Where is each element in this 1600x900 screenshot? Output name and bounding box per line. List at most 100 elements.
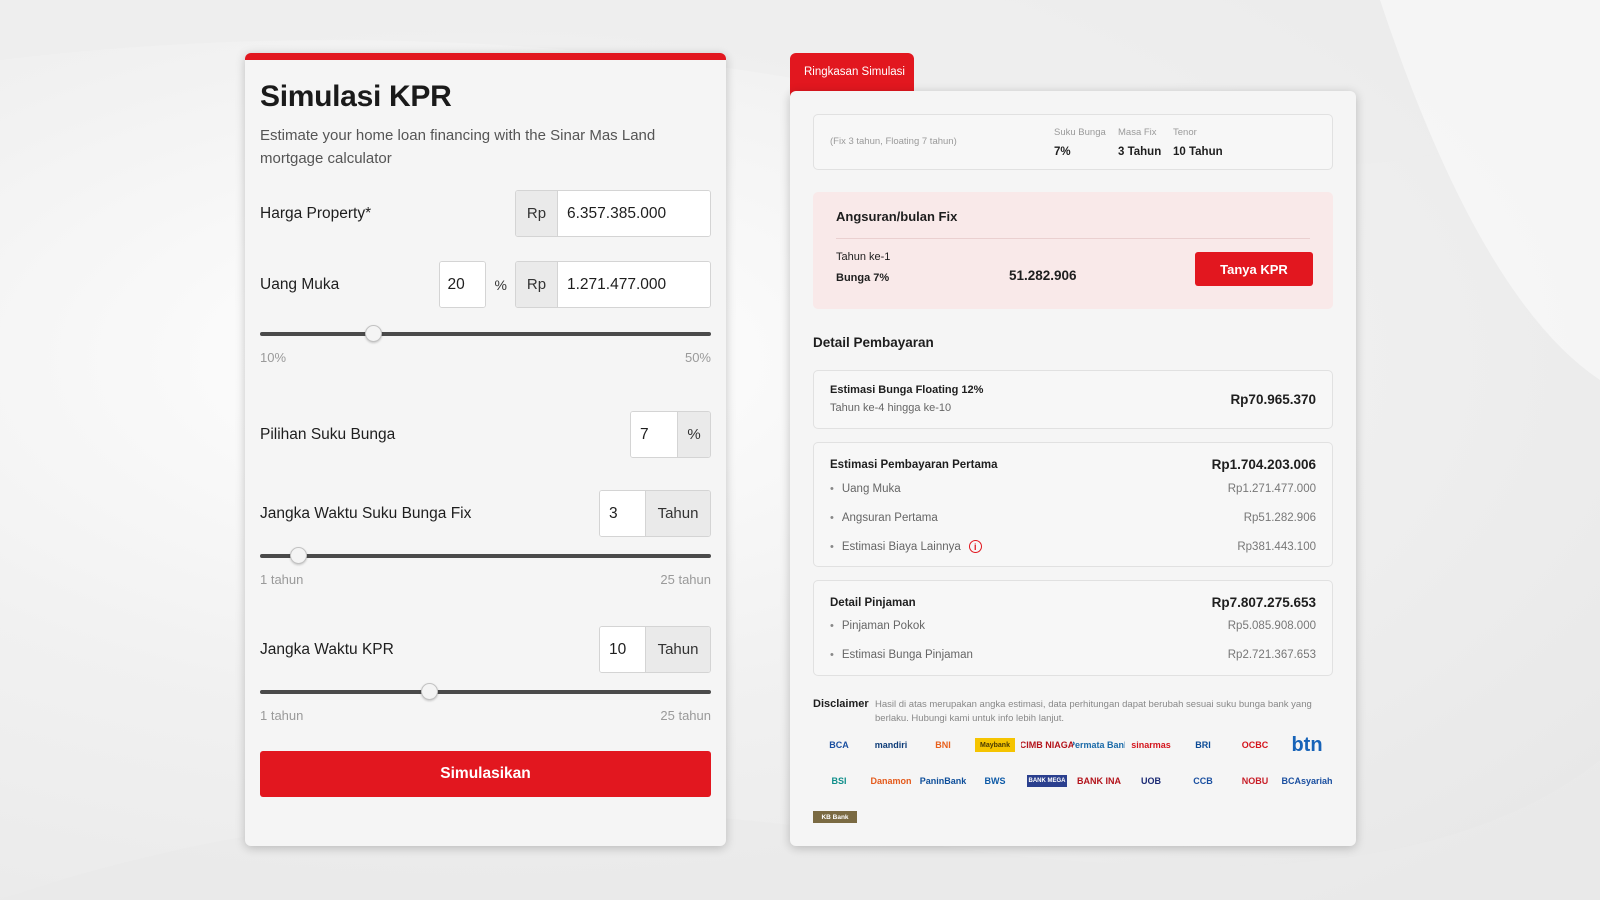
property-price-label: Harga Property* bbox=[260, 204, 372, 222]
first-payment-item: • Angsuran Pertama Rp51.282.906 bbox=[830, 512, 1316, 524]
property-price-row: Harga Property* Rp bbox=[260, 190, 711, 237]
down-payment-range: 10% 50% bbox=[260, 350, 711, 365]
floating-label: Estimasi Bunga Floating 12% bbox=[830, 384, 984, 396]
installment-divider bbox=[836, 238, 1310, 239]
interest-rate-unit: % bbox=[677, 412, 710, 457]
tenor-value: 10 Tahun bbox=[1173, 146, 1223, 158]
property-price-field: Rp bbox=[515, 190, 711, 237]
installment-rate: Bunga 7% bbox=[836, 272, 890, 284]
calculator-subtitle: Estimate your home loan financing with t… bbox=[260, 127, 656, 167]
payment-detail-title: Detail Pembayaran bbox=[813, 335, 934, 350]
first-payment-total: Rp1.704.203.006 bbox=[1211, 457, 1316, 472]
simulate-button[interactable]: Simulasikan bbox=[260, 751, 711, 797]
first-payment-label: Estimasi Pembayaran Pertama bbox=[830, 458, 998, 471]
disclaimer-text: Hasil di atas merupakan angka estimasi, … bbox=[875, 699, 1312, 724]
bank-logo-bca: BCA bbox=[829, 740, 849, 750]
disclaimer-label: Disclaimer bbox=[813, 698, 869, 710]
interest-rate-field: % bbox=[630, 411, 711, 458]
bank-logo-danamon: Danamon bbox=[870, 776, 912, 786]
bank-logo-btn: btn bbox=[1291, 734, 1323, 756]
fixed-period-label: Jangka Waktu Suku Bunga Fix bbox=[260, 504, 472, 522]
fixed-period-slider-thumb[interactable] bbox=[289, 547, 307, 564]
loan-detail-box: Detail Pinjaman Rp7.807.275.653 • Pinjama… bbox=[813, 580, 1333, 676]
down-payment-currency: Rp bbox=[516, 262, 558, 307]
down-payment-percent-field bbox=[438, 261, 486, 308]
loan-detail-label: Detail Pinjaman bbox=[830, 596, 916, 609]
down-payment-percent-input[interactable] bbox=[439, 262, 485, 307]
calculator-title: Simulasi KPR bbox=[260, 80, 452, 113]
property-price-input[interactable] bbox=[558, 191, 710, 236]
summary-overview: (Fix 3 tahun, Floating 7 tahun) Suku Bun… bbox=[813, 114, 1333, 170]
fixed-label: Masa Fix bbox=[1118, 127, 1157, 138]
rate-value: 7% bbox=[1054, 146, 1071, 158]
bank-logo-maybank: Maybank bbox=[975, 738, 1015, 752]
bank-logo-sinarmas: sinarmas bbox=[1131, 740, 1171, 750]
first-payment-item: • Uang Muka Rp1.271.477.000 bbox=[830, 483, 1316, 495]
interest-rate-row: Pilihan Suku Bunga % bbox=[260, 411, 711, 458]
bank-logo-bri: BRI bbox=[1195, 740, 1211, 750]
fixed-period-range: 1 tahun 25 tahun bbox=[260, 572, 711, 587]
floating-sub: Tahun ke-4 hingga ke-10 bbox=[830, 402, 952, 414]
loan-term-field: Tahun bbox=[599, 626, 711, 673]
info-icon[interactable]: i bbox=[968, 540, 982, 553]
scheme-label: (Fix 3 tahun, Floating 7 tahun) bbox=[830, 136, 957, 147]
loan-detail-item-label: Pinjaman Pokok bbox=[841, 620, 925, 632]
bank-logo-uob: UOB bbox=[1141, 776, 1161, 786]
down-payment-slider-thumb[interactable] bbox=[364, 325, 382, 342]
fixed-value: 3 Tahun bbox=[1118, 146, 1162, 158]
loan-detail-header: Detail Pinjaman Rp7.807.275.653 bbox=[830, 595, 1316, 610]
loan-detail-item: • Estimasi Bunga Pinjaman Rp2.721.367.653 bbox=[830, 649, 1316, 661]
bank-logo-permata-bank: Permata Bank bbox=[1073, 740, 1125, 750]
interest-rate-input[interactable] bbox=[631, 412, 677, 457]
bank-logo-kb-bank: KB Bank bbox=[813, 811, 857, 823]
first-payment-item-value: Rp51.282.906 bbox=[1243, 512, 1316, 524]
loan-term-unit: Tahun bbox=[645, 627, 710, 672]
floating-rate-box: Estimasi Bunga Floating 12% Tahun ke-4 h… bbox=[813, 370, 1333, 429]
bank-logo-bank-ina: BANK INA bbox=[1077, 776, 1121, 786]
down-payment-percent-sign: % bbox=[494, 276, 507, 293]
fixed-period-max-label: 25 tahun bbox=[660, 572, 711, 587]
down-payment-slider[interactable] bbox=[260, 325, 711, 342]
loan-term-slider[interactable] bbox=[260, 683, 711, 700]
fixed-period-row: Jangka Waktu Suku Bunga Fix Tahun bbox=[260, 490, 711, 537]
bank-logo-bank-mega: BANK MEGA bbox=[1027, 775, 1067, 787]
property-price-currency: Rp bbox=[516, 191, 558, 236]
fixed-period-min-label: 1 tahun bbox=[260, 572, 304, 587]
loan-term-range: 1 tahun 25 tahun bbox=[260, 708, 711, 723]
loan-term-input[interactable] bbox=[600, 627, 645, 672]
rate-label: Suku Bunga bbox=[1054, 127, 1106, 138]
down-payment-amount-input[interactable] bbox=[558, 262, 710, 307]
fixed-period-input[interactable] bbox=[600, 491, 645, 536]
tenor-info: Tenor 10 Tahun bbox=[1173, 127, 1223, 158]
loan-term-min-label: 1 tahun bbox=[260, 708, 304, 723]
interest-rate-label: Pilihan Suku Bunga bbox=[260, 425, 396, 443]
loan-term-slider-thumb[interactable] bbox=[421, 683, 439, 700]
bank-logo-paninbank: PaninBank bbox=[919, 776, 967, 786]
first-payment-item-value: Rp381.443.100 bbox=[1237, 540, 1316, 553]
ask-kpr-button[interactable]: Tanya KPR bbox=[1195, 252, 1313, 286]
installment-amount: 51.282.906 bbox=[1009, 268, 1077, 283]
fixed-period-field: Tahun bbox=[599, 490, 711, 537]
down-payment-amount-field: Rp bbox=[515, 261, 711, 308]
loan-detail-item-label: Estimasi Bunga Pinjaman bbox=[841, 649, 973, 661]
down-payment-max-label: 50% bbox=[684, 350, 711, 365]
bank-logo-ccb: CCB bbox=[1193, 776, 1213, 786]
loan-detail-item-value: Rp5.085.908.000 bbox=[1227, 620, 1316, 632]
down-payment-label: Uang Muka bbox=[260, 275, 340, 293]
bank-logo-cimb-niaga: CIMB NIAGA bbox=[1021, 740, 1073, 750]
loan-detail-item: • Pinjaman Pokok Rp5.085.908.000 bbox=[830, 620, 1316, 632]
first-payment-box: Estimasi Pembayaran Pertama Rp1.704.203.… bbox=[813, 442, 1333, 567]
bank-logo-bcasyariah: BCAsyariah bbox=[1281, 776, 1333, 786]
fixed-info: Masa Fix 3 Tahun bbox=[1118, 127, 1161, 158]
first-payment-item-label: Angsuran Pertama bbox=[841, 512, 938, 524]
bank-logo-bsi: BSI bbox=[831, 776, 847, 786]
down-payment-row: Uang Muka % Rp bbox=[260, 261, 711, 308]
kpr-calculator-card: Simulasi KPR Estimate your home loan fin… bbox=[245, 53, 726, 846]
fixed-period-slider[interactable] bbox=[260, 547, 711, 564]
bank-logo-bni: BNI bbox=[935, 740, 951, 750]
partner-bank-logos: BCA mandiri BNI Maybank CIMB NIAGAPermata Ba… bbox=[813, 734, 1333, 828]
bank-logo-bws: BWS bbox=[984, 776, 1006, 786]
down-payment-min-label: 10% bbox=[260, 350, 287, 365]
installment-title: Angsuran/bulan Fix bbox=[836, 209, 958, 224]
bank-logo-nobu: NOBU bbox=[1241, 776, 1269, 786]
